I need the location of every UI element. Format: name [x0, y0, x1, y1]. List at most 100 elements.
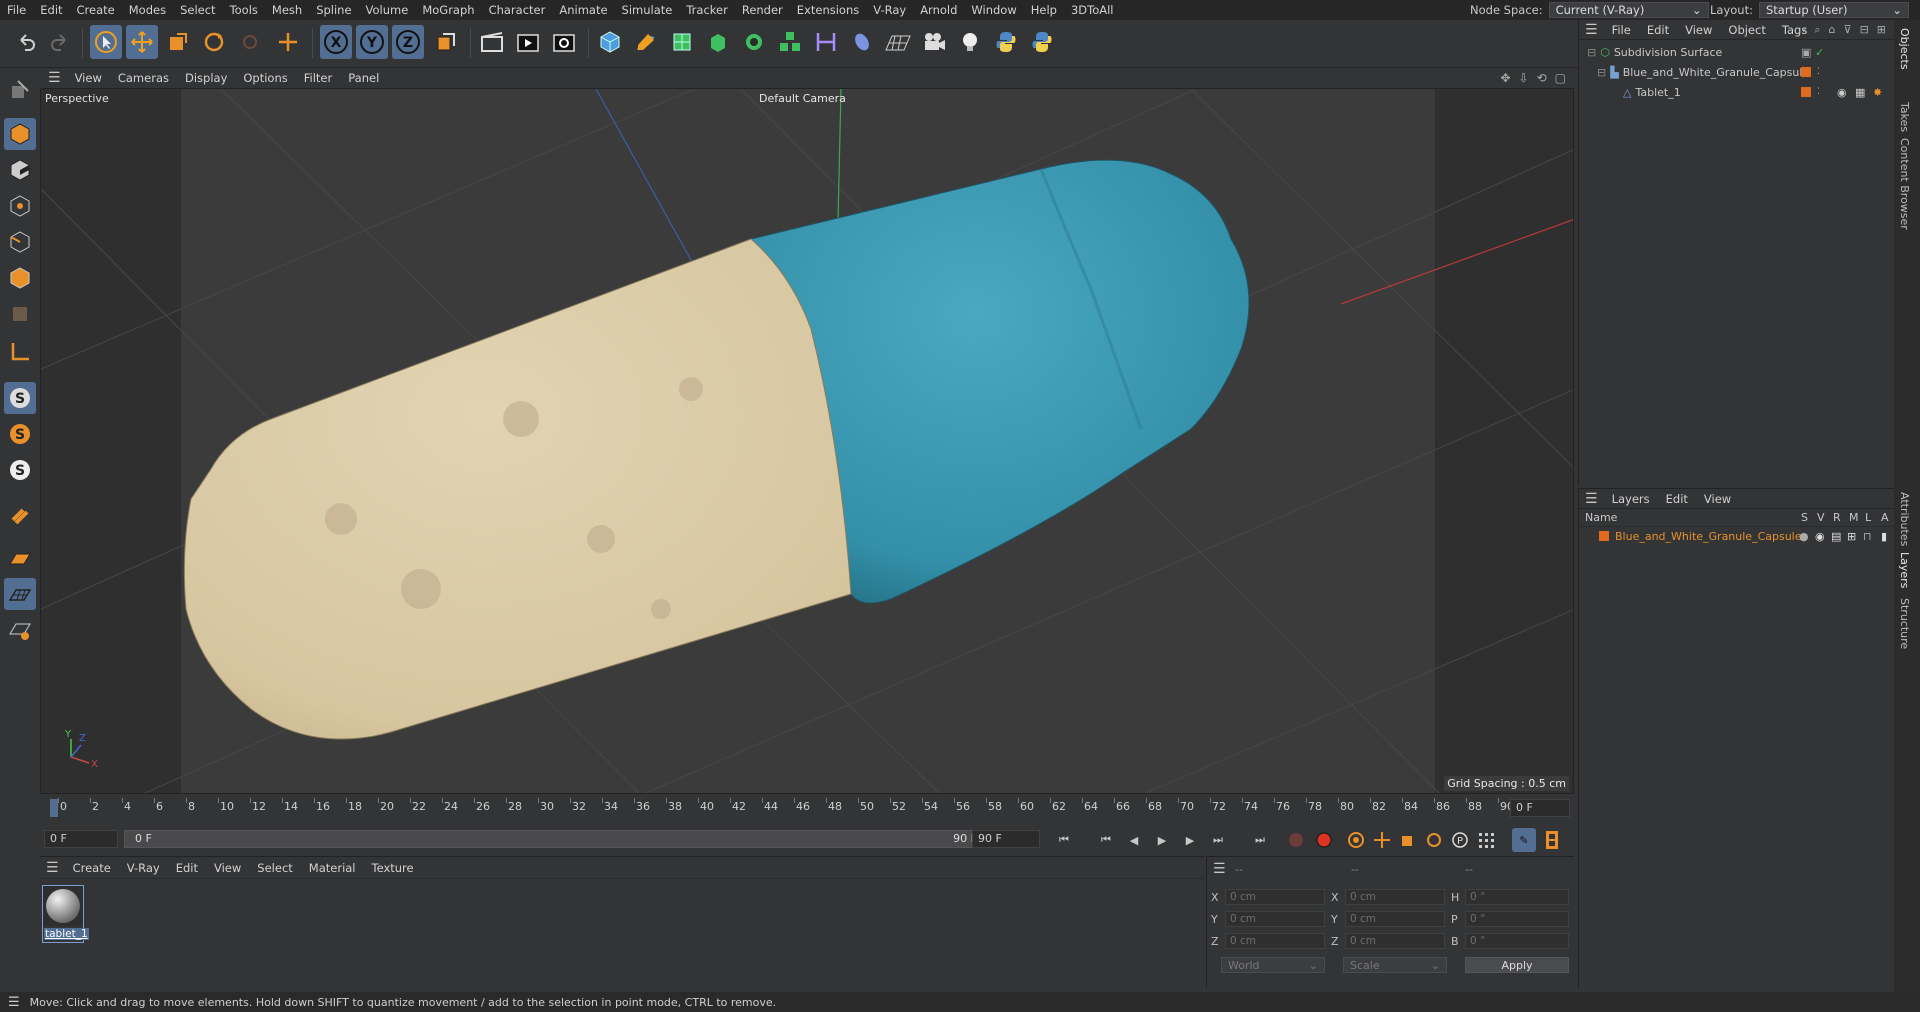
go-end-button[interactable]: ⏭: [1248, 828, 1272, 852]
move-tool-button[interactable]: [126, 25, 158, 59]
material-swatch[interactable]: tablet_1: [42, 885, 89, 943]
recent-tool-button[interactable]: [234, 25, 266, 59]
hamburger-icon[interactable]: ☰: [40, 860, 65, 876]
vp-menu-display[interactable]: Display: [177, 71, 235, 85]
menu-help[interactable]: Help: [1024, 3, 1064, 17]
rotate-tool-button[interactable]: [198, 25, 230, 59]
hamburger-icon[interactable]: ☰: [40, 70, 67, 86]
layer-color-swatch[interactable]: [1599, 531, 1609, 541]
z-axis-lock-button[interactable]: Z: [392, 25, 424, 59]
python-button-1[interactable]: [990, 25, 1022, 59]
object-row-subdivision[interactable]: ⊟ ⬡ Subdivision Surface ▣ ✓: [1579, 42, 1895, 62]
texture-mode-button[interactable]: [4, 154, 36, 186]
key-param-button[interactable]: P: [1448, 828, 1472, 852]
next-frame-button[interactable]: ▶: [1178, 828, 1202, 852]
render-icon[interactable]: ▤: [1831, 530, 1841, 543]
object-row-capsule[interactable]: ⊟ ▙ Blue_and_White_Granule_Capsule ⁚: [1579, 62, 1895, 82]
pan-icon[interactable]: ✥: [1500, 71, 1510, 85]
cloner-button[interactable]: [738, 25, 770, 59]
camera-label[interactable]: Default Camera: [759, 92, 846, 105]
render-settings-button[interactable]: [548, 25, 580, 59]
key-pla-button[interactable]: [1474, 828, 1498, 852]
menu-arnold[interactable]: Arnold: [913, 3, 964, 17]
collapse-icon[interactable]: ⊟: [1597, 66, 1606, 79]
layout-dropdown[interactable]: Startup (User) ⌄: [1758, 2, 1909, 18]
layer-color-swatch[interactable]: [1801, 87, 1811, 97]
search-icon[interactable]: ⌕: [1814, 23, 1820, 37]
menu-select[interactable]: Select: [173, 3, 222, 17]
timeline-mode-button[interactable]: ✎: [1512, 828, 1536, 852]
pen-button[interactable]: [630, 25, 662, 59]
size-z-field[interactable]: 0 cm: [1345, 933, 1445, 949]
pos-y-field[interactable]: 0 cm: [1225, 911, 1325, 927]
extrude-button[interactable]: [702, 25, 734, 59]
vp-menu-filter[interactable]: Filter: [296, 71, 340, 85]
hamburger-icon[interactable]: ☰: [1579, 491, 1604, 507]
hamburger-icon[interactable]: ☰: [1213, 861, 1226, 877]
edit-icon[interactable]: ▣: [1801, 46, 1811, 59]
playhead[interactable]: [50, 799, 58, 817]
material-tag-icon[interactable]: ◉: [1837, 86, 1847, 99]
hamburger-icon[interactable]: ☰: [0, 995, 30, 1010]
menu-modes[interactable]: Modes: [122, 3, 173, 17]
field-button[interactable]: [846, 25, 878, 59]
prev-key-button[interactable]: ⏮: [1094, 828, 1118, 852]
point-mode-button[interactable]: [4, 190, 36, 222]
more-icon[interactable]: ›: [1802, 23, 1806, 37]
mat-menu-create[interactable]: Create: [65, 861, 119, 875]
menu-character[interactable]: Character: [482, 3, 553, 17]
menu-file[interactable]: File: [0, 3, 33, 17]
lock-icon[interactable]: ⊓: [1863, 530, 1872, 543]
x-axis-lock-button[interactable]: X: [320, 25, 352, 59]
deformer-button[interactable]: [810, 25, 842, 59]
tab-takes[interactable]: Takes: [1898, 102, 1911, 132]
mat-menu-material[interactable]: Material: [301, 861, 364, 875]
vray-tag-icon[interactable]: ✸: [1873, 86, 1882, 99]
object-row-tablet[interactable]: △ Tablet_1 ⁚ ◉ ▦ ✸: [1579, 82, 1895, 102]
object-name[interactable]: Tablet_1: [1635, 86, 1680, 99]
size-x-field[interactable]: 0 cm: [1345, 889, 1445, 905]
vp-menu-panel[interactable]: Panel: [340, 71, 387, 85]
record-disabled-button[interactable]: [1284, 828, 1308, 852]
array-button[interactable]: [774, 25, 806, 59]
rot-p-field[interactable]: 0 °: [1465, 911, 1569, 927]
python-button-2[interactable]: [1026, 25, 1058, 59]
tab-objects[interactable]: Objects: [1898, 28, 1911, 70]
visibility-dots-icon[interactable]: ⁚: [1817, 67, 1820, 77]
scale-tool-button[interactable]: [162, 25, 194, 59]
camera-button[interactable]: [918, 25, 950, 59]
size-y-field[interactable]: 0 cm: [1345, 911, 1445, 927]
menu-simulate[interactable]: Simulate: [615, 3, 680, 17]
tab-content-browser[interactable]: Content Browser: [1898, 138, 1911, 230]
hamburger-icon[interactable]: ☰: [1579, 22, 1604, 38]
make-editable-button[interactable]: [4, 74, 36, 106]
menu-volume[interactable]: Volume: [359, 3, 416, 17]
material-name[interactable]: tablet_1: [44, 928, 89, 940]
pos-z-field[interactable]: 0 cm: [1225, 933, 1325, 949]
menu-3dtoall[interactable]: 3DToAll: [1064, 3, 1121, 17]
obj-menu-view[interactable]: View: [1677, 23, 1720, 37]
eye-icon[interactable]: ◉: [1815, 530, 1825, 543]
prev-frame-button[interactable]: ◀: [1122, 828, 1146, 852]
menu-mograph[interactable]: MoGraph: [415, 3, 481, 17]
apply-button[interactable]: Apply: [1465, 957, 1569, 973]
tab-layers[interactable]: Layers: [1898, 552, 1911, 588]
rot-b-field[interactable]: 0 °: [1465, 933, 1569, 949]
model-mode-button[interactable]: [4, 118, 36, 150]
add-icon[interactable]: ⊞: [1877, 23, 1886, 37]
obj-menu-edit[interactable]: Edit: [1639, 23, 1677, 37]
menu-render[interactable]: Render: [735, 3, 790, 17]
snap-button[interactable]: S: [4, 382, 36, 414]
undo-button[interactable]: [10, 25, 42, 59]
snap-settings-button[interactable]: S: [4, 418, 36, 450]
menu-vray[interactable]: V-Ray: [866, 3, 913, 17]
check-icon[interactable]: ✓: [1815, 46, 1824, 59]
menu-tracker[interactable]: Tracker: [679, 3, 735, 17]
manager-icon[interactable]: ⊞: [1847, 530, 1856, 543]
layer-name[interactable]: Blue_and_White_Granule_Capsule: [1615, 530, 1802, 543]
redo-button[interactable]: [44, 25, 76, 59]
maximize-icon[interactable]: ▢: [1555, 71, 1566, 85]
play-button[interactable]: ▶: [1150, 828, 1174, 852]
tab-structure[interactable]: Structure: [1898, 598, 1911, 649]
filter-icon[interactable]: ⊽: [1844, 23, 1852, 37]
